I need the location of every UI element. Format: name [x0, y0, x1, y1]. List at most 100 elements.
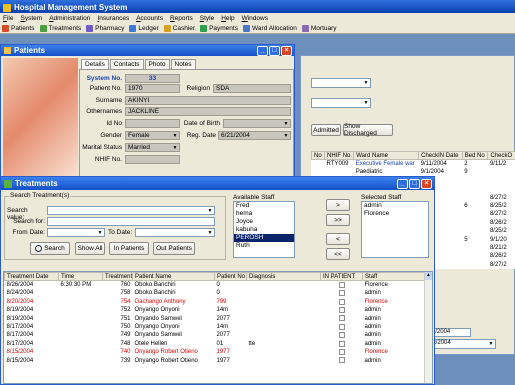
grid-scrollbar[interactable]: ▲	[424, 272, 432, 383]
treatment-row[interactable]: 8/15/2004 740 Onyango Robert Otieno 1977 Flo…	[5, 348, 427, 356]
ward-filter-combo[interactable]: ▼	[311, 78, 371, 88]
tab-photo[interactable]: Photo	[144, 59, 170, 69]
toolbar-ward-allocation[interactable]: Ward Allocation	[242, 24, 297, 32]
search-button[interactable]: Search	[30, 242, 70, 255]
tab-notes[interactable]: Notes	[170, 59, 196, 69]
treatments-col-header[interactable]: Staff	[362, 272, 427, 282]
dob-field[interactable]: ▼	[223, 119, 291, 128]
treatments-col-header[interactable]: IN PATIENT	[320, 272, 363, 282]
menu-file[interactable]: File	[3, 15, 14, 22]
search-value-combo[interactable]: ▼	[47, 206, 215, 215]
show-discharged-button[interactable]: Show Discharged	[343, 123, 393, 137]
reg-date-field[interactable]: 6/21/2004 ▼	[218, 131, 291, 140]
menu-reports[interactable]: Reports	[170, 15, 193, 22]
nhif-field[interactable]	[125, 155, 180, 164]
move-all-right-button[interactable]: >>	[326, 214, 350, 226]
menu-style[interactable]: Style	[200, 15, 214, 22]
treatment-row[interactable]: 8/20/2004 754 Gachango Anthony 799 Florence	[5, 298, 427, 306]
ward-col-header[interactable]: No	[310, 150, 326, 161]
maximize-icon[interactable]: □	[269, 45, 280, 56]
treatment-row[interactable]: 8/26/2004 6:30:30 PM 760 Oboko Banchiri 0 Flo…	[5, 281, 427, 289]
minimize-icon[interactable]: _	[397, 178, 408, 189]
surname-field[interactable]: AKINYI	[125, 96, 291, 105]
minimize-icon[interactable]: _	[257, 45, 268, 56]
admitted-button[interactable]: Admitted	[311, 124, 341, 136]
ward-filter-combo-2[interactable]: ▼	[311, 98, 371, 108]
treatment-row[interactable]: 8/19/2004 752 Onyango Onyoni 14m admin	[5, 306, 427, 314]
from-date-field[interactable]: ▼	[47, 228, 105, 237]
in-patient-checkbox[interactable]	[338, 306, 345, 313]
marital-select[interactable]: Married ▼	[125, 143, 180, 152]
toolbar-payments[interactable]: Payments	[200, 24, 238, 32]
available-staff-item[interactable]: Joyce	[234, 218, 294, 226]
available-staff-item[interactable]: PEROSH	[234, 234, 294, 242]
ward-col-header[interactable]: CheckIN Date	[418, 150, 463, 161]
treatment-row[interactable]: 8/15/2004 739 Onyango Robert Otieno 1977 adm…	[5, 356, 427, 364]
tab-details[interactable]: Details	[81, 59, 109, 69]
id-no-field[interactable]	[125, 119, 180, 128]
available-staff-list[interactable]: Fred hema Joyce kabuna PEROSH Ruth	[233, 201, 295, 258]
tab-contacts[interactable]: Contacts	[109, 59, 144, 69]
menu-windows[interactable]: Windows	[242, 15, 268, 22]
toolbar-ledger[interactable]: Ledger	[129, 24, 159, 32]
in-patient-checkbox[interactable]	[338, 348, 345, 355]
ward-col-header[interactable]: Ward Name	[353, 150, 420, 161]
treatment-row[interactable]: 8/19/2004 751 Onyando Samwel 2077 admin	[5, 314, 427, 322]
in-patient-checkbox[interactable]	[338, 332, 345, 339]
treatment-row[interactable]: 8/17/2004 748 Otele Hellen 01 tte admin	[5, 340, 427, 348]
in-patient-checkbox[interactable]	[338, 323, 345, 330]
toolbar-cashier[interactable]: Cashier	[163, 24, 195, 32]
treatments-col-header[interactable]: Patient Name	[132, 272, 215, 282]
move-left-button[interactable]: <	[326, 233, 350, 245]
scroll-up-icon[interactable]: ▲	[425, 272, 432, 280]
move-all-left-button[interactable]: <<	[326, 248, 350, 260]
treatments-col-header[interactable]: Treatment No	[102, 272, 133, 282]
ward-row[interactable]: RTY009 Executive Female war 9/11/2004 2 9/11…	[312, 160, 515, 168]
ward-col-header[interactable]: CheckO	[487, 150, 515, 161]
treatment-row[interactable]: 8/17/2004 750 Onyango Onyoni 14m admin	[5, 323, 427, 331]
othernames-field[interactable]: JACKLINE	[125, 107, 291, 116]
ward-col-header[interactable]: NHIF No	[324, 150, 355, 161]
menu-insurances[interactable]: Insurances	[97, 15, 129, 22]
show-all-button[interactable]: Show All	[75, 242, 105, 255]
selected-staff-item[interactable]: admin	[362, 202, 428, 210]
available-staff-item[interactable]: Fred	[234, 202, 294, 210]
in-patient-checkbox[interactable]	[338, 357, 345, 364]
out-patients-button[interactable]: Out Patients	[153, 242, 195, 255]
menu-help[interactable]: Help	[221, 15, 234, 22]
available-staff-item[interactable]: Ruth	[234, 242, 294, 250]
treatment-row[interactable]: 8/17/2004 749 Onyando Samwel 2077 admin	[5, 331, 427, 339]
maximize-icon[interactable]: □	[409, 178, 420, 189]
in-patient-checkbox[interactable]	[338, 298, 345, 305]
to-date-field[interactable]: ▼	[135, 228, 215, 237]
close-icon[interactable]: ×	[281, 45, 292, 56]
menu-accounts[interactable]: Accounts	[136, 15, 163, 22]
treatment-row[interactable]: 8/24/2004 758 Oboko Banchiri 0 admin	[5, 289, 427, 297]
treatments-col-header[interactable]: Diagnosis	[246, 272, 321, 282]
available-staff-item[interactable]: kabuna	[234, 226, 294, 234]
available-staff-item[interactable]: hema	[234, 210, 294, 218]
toolbar-mortuary[interactable]: Mortuary	[301, 24, 337, 32]
patient-no-field[interactable]: 1970	[125, 84, 180, 93]
menu-administration[interactable]: Administration	[49, 15, 90, 22]
in-patient-checkbox[interactable]	[338, 340, 345, 347]
close-icon[interactable]: ×	[421, 178, 432, 189]
menu-system[interactable]: System	[21, 15, 43, 22]
toolbar-patients[interactable]: Patients	[2, 24, 35, 32]
treatments-col-header[interactable]: Time	[58, 272, 103, 282]
religion-field[interactable]: SDA	[213, 84, 291, 93]
search-for-input[interactable]	[47, 217, 215, 226]
in-patient-checkbox[interactable]	[338, 290, 345, 297]
in-patients-button[interactable]: In Patients	[109, 242, 149, 255]
move-right-button[interactable]: >	[326, 199, 350, 211]
in-patient-checkbox[interactable]	[338, 315, 345, 322]
toolbar-treatments[interactable]: Treatments	[39, 24, 81, 32]
selected-staff-list[interactable]: admin Florence	[361, 201, 429, 258]
toolbar-pharmacy[interactable]: Pharmacy	[86, 24, 124, 32]
treatments-col-header[interactable]: Patient No	[214, 272, 247, 282]
ward-col-header[interactable]: Bed No	[461, 150, 489, 161]
treatments-col-header[interactable]: Treatment Date	[4, 272, 59, 282]
gender-select[interactable]: Female ▼	[125, 131, 180, 140]
selected-staff-item[interactable]: Florence	[362, 210, 428, 218]
in-patient-checkbox[interactable]	[338, 282, 345, 289]
